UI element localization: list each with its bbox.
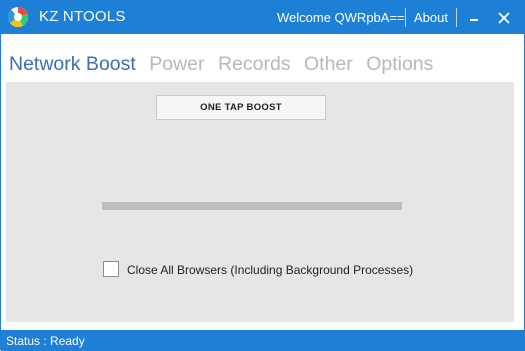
tab-other[interactable]: Other — [304, 53, 353, 76]
title-divider — [405, 8, 406, 27]
tab-bar: Network Boost Power Records Other Option… — [9, 53, 441, 79]
app-window: KZ NTOOLS Welcome QWRpbA== About Network… — [0, 0, 525, 351]
progress-fill — [102, 202, 402, 210]
tab-power[interactable]: Power — [149, 53, 204, 76]
tab-records[interactable]: Records — [218, 53, 291, 76]
title-bar[interactable]: KZ NTOOLS Welcome QWRpbA== About — [1, 1, 525, 34]
minimize-icon[interactable] — [463, 9, 485, 27]
one-tap-boost-button[interactable]: ONE TAP BOOST — [156, 95, 326, 120]
network-boost-panel: ONE TAP BOOST Close All Browsers (Includ… — [6, 82, 514, 322]
app-title: KZ NTOOLS — [39, 8, 126, 25]
app-logo-icon — [7, 7, 28, 28]
welcome-text: Welcome QWRpbA== — [277, 10, 405, 25]
tab-network-boost[interactable]: Network Boost — [9, 53, 136, 76]
boost-progress-bar — [102, 202, 402, 210]
status-bar: Status : Ready — [1, 330, 525, 351]
close-icon[interactable] — [493, 7, 515, 29]
about-link[interactable]: About — [414, 10, 448, 25]
tab-options[interactable]: Options — [366, 53, 433, 76]
status-text: Status : Ready — [6, 334, 85, 348]
close-browsers-checkbox[interactable] — [103, 261, 119, 277]
title-divider — [456, 8, 457, 27]
close-browsers-label[interactable]: Close All Browsers (Including Background… — [127, 263, 413, 277]
